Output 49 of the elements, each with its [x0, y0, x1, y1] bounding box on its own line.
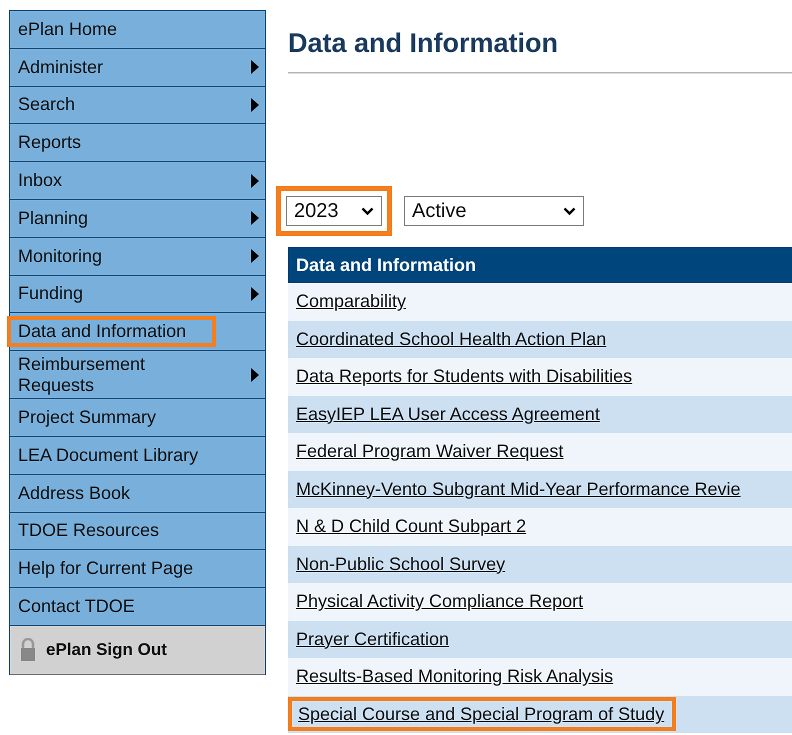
caret-right-icon	[251, 249, 259, 264]
dropdown[interactable]: Active	[404, 196, 584, 226]
menu-item[interactable]: Planning	[10, 200, 265, 238]
menu-item[interactable]: Data and Information	[10, 313, 265, 352]
caret-right-icon	[251, 174, 259, 188]
menu-item[interactable]: LEA Document Library	[10, 436, 265, 475]
caret-right-icon	[251, 98, 259, 112]
menu-label: Funding	[18, 283, 84, 304]
menu-item[interactable]: Funding	[10, 276, 265, 314]
menu-label: Help for Current Page	[18, 558, 194, 580]
table-header: Data and Information	[288, 247, 792, 283]
caret-right-icon	[251, 286, 259, 301]
table-link[interactable]: Special Course and Special Program of Study	[288, 697, 676, 732]
menu-label: Search	[18, 94, 76, 116]
sign-out-button[interactable]: ePlan Sign Out	[10, 626, 265, 675]
menu-label: Reimbursement Requests	[18, 354, 146, 396]
menu-item[interactable]: Reimbursement Requests	[10, 351, 265, 400]
caret-right-icon	[251, 211, 259, 226]
menu-label: Address Book	[18, 482, 130, 504]
menu-label: TDOE Resources	[18, 520, 160, 542]
menu-label: Contact TDOE	[18, 596, 135, 618]
menu-label: Project Summary	[18, 407, 156, 428]
menu-label: Data and Information	[7, 316, 216, 348]
menu-label: Inbox	[18, 170, 62, 192]
menu-label: Monitoring	[18, 246, 102, 267]
caret-right-icon	[251, 368, 259, 382]
lock-icon	[20, 638, 36, 662]
menu-item[interactable]: Reports	[10, 124, 265, 162]
table-link[interactable]: Comparability	[296, 288, 406, 316]
menu-label: Reports	[18, 132, 82, 154]
dropdown[interactable]: 2023	[286, 196, 382, 226]
menu-item[interactable]: Administer	[10, 48, 265, 87]
menu-item[interactable]: ePlan Home	[10, 11, 265, 49]
menu-item[interactable]: Monitoring	[10, 238, 265, 276]
menu-item[interactable]: Contact TDOE	[10, 588, 265, 626]
menu-item[interactable]: Help for Current Page	[10, 550, 265, 588]
menu-label: Administer	[18, 56, 104, 78]
page-title: Data and Information	[288, 27, 560, 60]
menu-item[interactable]: Inbox	[10, 162, 265, 200]
menu-item[interactable]: Address Book	[10, 474, 265, 513]
menu-label: LEA Document Library	[18, 444, 198, 466]
menu-label: ePlan Home	[18, 18, 118, 40]
menu-label: Planning	[18, 208, 88, 229]
caret-right-icon	[251, 60, 259, 74]
menu-item[interactable]: TDOE Resources	[10, 512, 265, 550]
menu-item[interactable]: Search	[10, 86, 265, 124]
menu-item[interactable]: Project Summary	[10, 399, 265, 437]
chevron-down-icon	[361, 206, 374, 216]
chevron-down-icon	[563, 206, 576, 216]
